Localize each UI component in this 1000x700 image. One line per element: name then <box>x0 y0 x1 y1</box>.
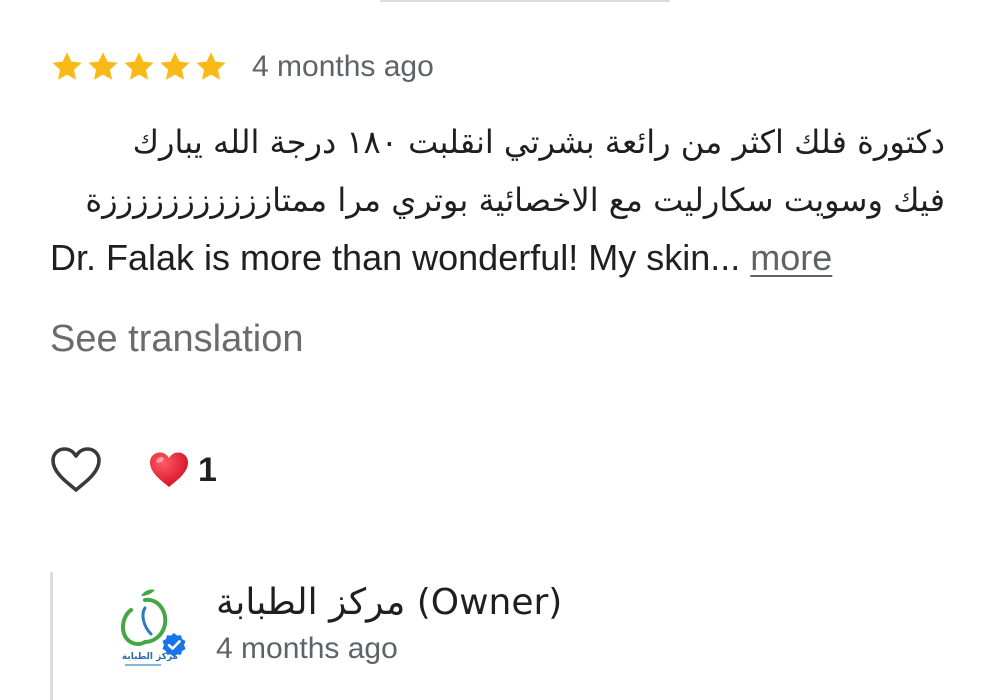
review-header: 4 months ago <box>50 44 434 90</box>
star-rating <box>50 50 230 84</box>
reply-date: 4 months ago <box>216 632 398 665</box>
top-divider <box>380 0 670 2</box>
see-translation-link[interactable]: See translation <box>50 318 304 361</box>
review-translated-line: Dr. Falak is more than wonderful! My ski… <box>50 229 945 287</box>
like-button[interactable] <box>46 440 106 500</box>
heart-outline-icon <box>51 447 101 492</box>
reaction-count: 1 <box>198 450 217 489</box>
reaction-bar: 1 <box>50 440 217 500</box>
reaction-summary: 1 <box>148 450 217 490</box>
verified-check-icon <box>162 633 186 657</box>
star-icon <box>88 52 118 80</box>
clinic-logo-icon[interactable]: مركز الطبابة <box>105 582 195 672</box>
review-text-line: دكتورة فلك اكثر من رائعة بشرتي انقلبت ١٨… <box>132 123 945 161</box>
more-link[interactable]: more <box>750 237 832 278</box>
star-icon <box>196 52 226 80</box>
star-icon <box>160 52 190 80</box>
reply-divider <box>50 572 53 700</box>
review-body: دكتورة فلك اكثر من رائعة بشرتي انقلبت ١٨… <box>50 113 945 287</box>
owner-name[interactable]: مركز الطبابة (Owner) <box>216 582 562 623</box>
review-translated-snippet: Dr. Falak is more than wonderful! My ski… <box>50 237 741 278</box>
review-text-line: فيك وسويت سكارليت مع الاخصائية بوتري مرا… <box>85 181 945 219</box>
red-heart-icon <box>150 452 188 487</box>
owner-reply: مركز الطبابة مركز الطبابة (Owner) 4 mont… <box>50 572 950 700</box>
star-icon <box>52 52 82 80</box>
review-date: 4 months ago <box>252 50 434 83</box>
star-icon <box>124 52 154 80</box>
